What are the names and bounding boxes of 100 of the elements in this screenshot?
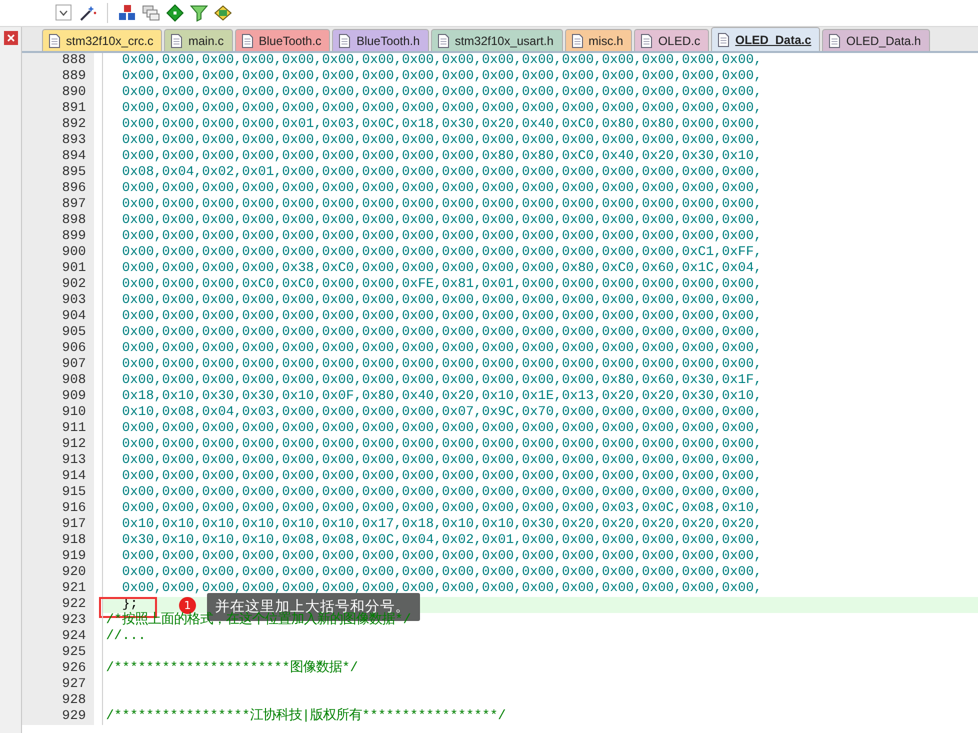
code-line: 0x00,0x00,0x00,0x00,0x01,0x03,0x0C,0x18,0x30,0x20,0x40,0xC0,0x80,0x80,0x00,0x00, <box>122 117 762 132</box>
file-icon <box>339 34 350 48</box>
line-number: 923 <box>22 613 94 629</box>
line-number: 894 <box>22 149 94 165</box>
close-icon[interactable] <box>4 31 18 45</box>
line-number: 918 <box>22 533 94 549</box>
line-number: 891 <box>22 101 94 117</box>
line-number: 892 <box>22 117 94 133</box>
code-line: 0x00,0x00,0x00,0x00,0x00,0x00,0x00,0x00,0x00,0x00,0x00,0x00,0x00,0x00,0x00,0x00, <box>122 197 762 212</box>
file-icon <box>438 34 449 48</box>
code-line: 0x00,0x00,0x00,0x00,0x00,0x00,0x00,0x00,0x00,0x00,0x00,0x00,0x00,0x00,0x00,0x00, <box>122 565 762 580</box>
file-icon <box>572 34 583 48</box>
code-line: 0x00,0x00,0x00,0x00,0x00,0x00,0x00,0x00,0x00,0x00,0x00,0x00,0x00,0x00,0x00,0x00, <box>122 325 762 340</box>
file-icon <box>49 34 60 48</box>
diamond-icon[interactable] <box>166 4 184 22</box>
code-line: 0x00,0x00,0x00,0x00,0x00,0x00,0x00,0x00,0x00,0x00,0x00,0x00,0x00,0x00,0x00,0x00, <box>122 453 762 468</box>
layers-icon[interactable] <box>214 4 232 22</box>
funnel-icon[interactable] <box>190 4 208 22</box>
file-tab[interactable]: OLED.c <box>634 29 710 51</box>
line-number: 913 <box>22 453 94 469</box>
code-line: 0x00,0x00,0x00,0x00,0x00,0x00,0x00,0x00,0x00,0x00,0x00,0x00,0x00,0x00,0x00,0x00, <box>122 437 762 452</box>
line-number: 898 <box>22 213 94 229</box>
line-number: 921 <box>22 581 94 597</box>
line-number: 895 <box>22 165 94 181</box>
file-tab[interactable]: misc.h <box>564 29 632 51</box>
code-line: 0x30,0x10,0x10,0x10,0x08,0x08,0x0C,0x04,0x02,0x01,0x00,0x00,0x00,0x00,0x00,0x00, <box>122 533 762 548</box>
code-line: 0x00,0x00,0x00,0x00,0x00,0x00,0x00,0x00,0x00,0x00,0x00,0x00,0x00,0x00,0x00,0x00, <box>122 213 762 228</box>
file-tab[interactable]: main.c <box>164 29 233 51</box>
file-tab[interactable]: stm32f10x_usart.h <box>430 29 563 51</box>
file-tab[interactable]: BlueTooth.h <box>332 29 429 51</box>
code-line: 0x00,0x00,0x00,0x00,0x00,0x00,0x00,0x00,0x00,0x00,0x00,0x00,0x00,0x00,0x00,0x00, <box>122 69 762 84</box>
code-line: 0x00,0x00,0x00,0x00,0x00,0x00,0x00,0x00,0x00,0x00,0x00,0x00,0x00,0x00,0xC1,0xFF, <box>122 245 762 260</box>
code-line: 0x00,0x00,0x00,0x00,0x00,0x00,0x00,0x00,0x00,0x00,0x00,0x00,0x00,0x00,0x00,0x00, <box>122 581 762 596</box>
code-comment: /*****************江协科技|版权所有*****************/ <box>106 709 506 724</box>
wand-icon[interactable] <box>79 4 97 22</box>
line-number: 924 <box>22 629 94 645</box>
line-number: 905 <box>22 325 94 341</box>
file-tab[interactable]: OLED_Data.c <box>711 27 820 51</box>
line-number: 929 <box>22 709 94 725</box>
code-line: 0x00,0x00,0x00,0x00,0x00,0x00,0x00,0x00,0x00,0x00,0x00,0x00,0x00,0x00,0x00,0x00, <box>122 229 762 244</box>
line-number: 922 <box>22 597 94 613</box>
line-number: 902 <box>22 277 94 293</box>
code-line: 0x00,0x00,0x00,0x00,0x00,0x00,0x00,0x00,0x00,0x00,0x00,0x00,0x00,0x00,0x00,0x00, <box>122 53 762 68</box>
dropdown-icon[interactable] <box>55 4 73 22</box>
line-number: 893 <box>22 133 94 149</box>
line-number: 896 <box>22 181 94 197</box>
file-icon <box>641 34 652 48</box>
file-icon <box>829 34 840 48</box>
code-line: 0x00,0x00,0x00,0x00,0x00,0x00,0x00,0x00,0x00,0x00,0x00,0x00,0x00,0x00,0x00,0x00, <box>122 549 762 564</box>
windows-icon[interactable] <box>142 4 160 22</box>
line-number: 919 <box>22 549 94 565</box>
code-line: 0x00,0x00,0x00,0x00,0x00,0x00,0x00,0x00,0x00,0x00,0x00,0x00,0x00,0x00,0x00,0x00, <box>122 469 762 484</box>
line-number: 899 <box>22 229 94 245</box>
line-number: 928 <box>22 693 94 709</box>
line-number: 912 <box>22 437 94 453</box>
line-number: 908 <box>22 373 94 389</box>
code-line: 0x00,0x00,0x00,0x00,0x00,0x00,0x00,0x00,0x00,0x00,0x00,0x00,0x00,0x00,0x00,0x00, <box>122 357 762 372</box>
file-tab[interactable]: stm32f10x_crc.c <box>42 29 162 51</box>
line-number: 890 <box>22 85 94 101</box>
line-number: 915 <box>22 485 94 501</box>
code-line: 0x00,0x00,0x00,0x00,0x00,0x00,0x00,0x00,0x00,0x00,0x00,0x00,0x00,0x00,0x00,0x00, <box>122 181 762 196</box>
line-number: 897 <box>22 197 94 213</box>
line-number: 926 <box>22 661 94 677</box>
blocks-icon[interactable] <box>118 4 136 22</box>
file-tab[interactable]: OLED_Data.h <box>822 29 930 51</box>
line-number: 907 <box>22 357 94 373</box>
line-number: 927 <box>22 677 94 693</box>
line-number: 910 <box>22 405 94 421</box>
file-icon <box>718 32 730 46</box>
file-icon <box>242 34 253 48</box>
code-line: 0x18,0x10,0x30,0x30,0x10,0x0F,0x80,0x40,0x20,0x10,0x1E,0x13,0x20,0x20,0x30,0x10, <box>122 389 762 404</box>
code-line: 0x00,0x00,0x00,0x00,0x00,0x00,0x00,0x00,0x00,0x00,0x00,0x00,0x80,0x60,0x30,0x1F, <box>122 373 762 388</box>
line-number: 925 <box>22 645 94 661</box>
line-number: 888 <box>22 53 94 69</box>
line-number: 911 <box>22 421 94 437</box>
file-icon <box>171 34 182 48</box>
line-number: 909 <box>22 389 94 405</box>
code-line: 0x10,0x08,0x04,0x03,0x00,0x00,0x00,0x00,0x07,0x9C,0x70,0x00,0x00,0x00,0x00,0x00, <box>122 405 762 420</box>
line-number: 914 <box>22 469 94 485</box>
line-number: 889 <box>22 69 94 85</box>
code-line: 0x00,0x00,0x00,0x00,0x00,0x00,0x00,0x00,0x00,0x00,0x00,0x00,0x00,0x00,0x00,0x00, <box>122 293 762 308</box>
line-number: 903 <box>22 293 94 309</box>
code-line: 0x00,0x00,0x00,0x00,0x00,0x00,0x00,0x00,0x00,0x00,0x00,0x00,0x00,0x00,0x00,0x00, <box>122 485 762 500</box>
line-number: 906 <box>22 341 94 357</box>
code-line: 0x08,0x04,0x02,0x01,0x00,0x00,0x00,0x00,0x00,0x00,0x00,0x00,0x00,0x00,0x00,0x00, <box>122 165 762 180</box>
code-line: 0x00,0x00,0x00,0x00,0x00,0x00,0x00,0x00,0x00,0x00,0x00,0x00,0x00,0x00,0x00,0x00, <box>122 85 762 100</box>
code-comment: /**********************图像数据*/ <box>106 661 358 676</box>
line-number: 904 <box>22 309 94 325</box>
code-line: 0x00,0x00,0x00,0x00,0x00,0x00,0x00,0x00,0x00,0x00,0x00,0x00,0x00,0x00,0x00,0x00, <box>122 101 762 116</box>
code-comment: //... <box>106 629 146 644</box>
line-number: 901 <box>22 261 94 277</box>
file-tab[interactable]: BlueTooth.c <box>234 29 330 51</box>
line-number: 900 <box>22 245 94 261</box>
code-line: 0x00,0x00,0x00,0x00,0x38,0xC0,0x00,0x00,0x00,0x00,0x00,0x80,0xC0,0x60,0x1C,0x04, <box>122 261 762 276</box>
code-line: 0x00,0x00,0x00,0x00,0x00,0x00,0x00,0x00,0x00,0x80,0x80,0xC0,0x40,0x20,0x30,0x10, <box>122 149 762 164</box>
line-number: 917 <box>22 517 94 533</box>
code-line: 0x00,0x00,0x00,0x00,0x00,0x00,0x00,0x00,0x00,0x00,0x00,0x00,0x00,0x00,0x00,0x00, <box>122 309 762 324</box>
code-line: 0x00,0x00,0x00,0x00,0x00,0x00,0x00,0x00,0x00,0x00,0x00,0x00,0x00,0x00,0x00,0x00, <box>122 341 762 356</box>
code-line: 0x00,0x00,0x00,0xC0,0xC0,0x00,0x00,0xFE,0x81,0x01,0x00,0x00,0x00,0x00,0x00,0x00, <box>122 277 762 292</box>
line-number: 920 <box>22 565 94 581</box>
